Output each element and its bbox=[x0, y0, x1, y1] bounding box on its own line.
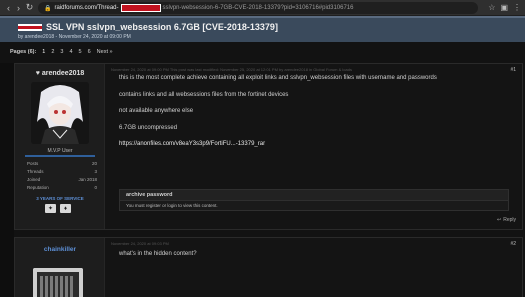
stat-posts: Posts 20 bbox=[27, 161, 97, 166]
stat-label: Reputation bbox=[27, 185, 49, 190]
post-meta: November 24, 2020 at 09:00 PM This post … bbox=[111, 67, 352, 72]
diamond-icon[interactable]: ♦ bbox=[60, 204, 71, 213]
post: chainkiller November 24, 2020 at 09:03 P… bbox=[14, 237, 523, 297]
stat-label: Joined bbox=[27, 177, 41, 182]
left-gutter bbox=[0, 63, 14, 297]
stat-value: 3 bbox=[94, 169, 97, 174]
browser-toolbar: ‹ › ↻ 🔒 raidforums.com/Thread- sslvpn-we… bbox=[0, 0, 525, 16]
reload-icon[interactable]: ↻ bbox=[24, 2, 35, 13]
user-rank: M.V.P User bbox=[47, 148, 73, 154]
thread-subtitle: by arendee2018 - November 24, 2020 at 09… bbox=[18, 34, 131, 40]
menu-icon[interactable]: ⋮ bbox=[513, 3, 521, 12]
stat-value: Jan 2018 bbox=[78, 177, 97, 182]
online-icon: ♥ bbox=[35, 70, 40, 77]
author-name[interactable]: chainkiller bbox=[15, 246, 105, 253]
avatar[interactable] bbox=[31, 82, 89, 144]
post-number[interactable]: #1 bbox=[510, 67, 516, 73]
post-line: not available anywhere else bbox=[119, 108, 194, 115]
page-link[interactable]: 1 bbox=[42, 49, 45, 55]
stat-joined: Joined Jan 2018 bbox=[27, 177, 97, 182]
author-name-row[interactable]: ♥ arendee2018 bbox=[15, 70, 105, 77]
extension-icon[interactable]: ▣ bbox=[500, 3, 508, 12]
next-page-link[interactable]: Next » bbox=[97, 49, 113, 55]
stat-value: 20 bbox=[91, 161, 97, 166]
download-link[interactable]: https://anonfiles.com/v8eaY3s3p9/FortiFU… bbox=[119, 141, 514, 148]
reply-icon: ↩ bbox=[497, 217, 502, 223]
hidden-content-message: You must register or login to view this … bbox=[126, 203, 218, 208]
page-link[interactable]: 5 bbox=[79, 49, 82, 55]
author-column: chainkiller bbox=[15, 238, 105, 297]
author-name[interactable]: arendee2018 bbox=[42, 70, 84, 77]
stat-threads: Threads 3 bbox=[27, 169, 97, 174]
url-path: sslvpn-websession-6-7GB-CVE-2018-13379?p… bbox=[162, 5, 354, 11]
star-icon[interactable]: ☆ bbox=[488, 3, 495, 12]
author-column: ♥ arendee2018 M.V.P User Posts 20 Thread… bbox=[15, 64, 105, 229]
reply-label: Reply bbox=[503, 217, 516, 223]
page-link[interactable]: 3 bbox=[60, 49, 63, 55]
redaction-box bbox=[18, 23, 42, 31]
address-bar[interactable]: 🔒 raidforums.com/Thread- sslvpn-websessi… bbox=[38, 2, 478, 14]
award-icon[interactable]: ✦ bbox=[45, 204, 56, 213]
post-number[interactable]: #2 bbox=[510, 241, 516, 247]
pagination-label: Pages (6): bbox=[10, 49, 37, 55]
post-body: this is the most complete achieve contai… bbox=[119, 75, 514, 158]
stat-reputation: Reputation 0 bbox=[27, 185, 97, 190]
stat-value: 0 bbox=[94, 185, 97, 190]
thread-title: SSL VPN sslvpn_websession 6.7GB [CVE-201… bbox=[46, 22, 278, 32]
stat-label: Threads bbox=[27, 169, 44, 174]
page-link[interactable]: 4 bbox=[69, 49, 72, 55]
service-award: 3 YEARS OF SERVICE bbox=[36, 196, 84, 201]
avatar[interactable] bbox=[33, 268, 83, 297]
post-body: what's in the hidden content? bbox=[119, 251, 197, 257]
badges: ✦ ♦ bbox=[45, 204, 71, 213]
lock-icon: 🔒 bbox=[44, 5, 52, 12]
page-link[interactable]: 2 bbox=[51, 49, 54, 55]
url-host: raidforums.com/Thread- bbox=[54, 5, 119, 11]
page-link[interactable]: 6 bbox=[88, 49, 91, 55]
pagination: Pages (6): 1 2 3 4 5 6 Next » bbox=[10, 49, 113, 55]
post: ♥ arendee2018 M.V.P User Posts 20 Thread… bbox=[14, 63, 523, 230]
post-line: this is the most complete achieve contai… bbox=[119, 75, 437, 81]
thread-title-row: SSL VPN sslvpn_websession 6.7GB [CVE-201… bbox=[18, 22, 507, 32]
rank-bar bbox=[25, 155, 95, 157]
redaction-box bbox=[120, 4, 161, 12]
thread-header: SSL VPN sslvpn_websession 6.7GB [CVE-201… bbox=[0, 16, 525, 42]
post-line: 6.7GB uncompressed bbox=[119, 124, 178, 131]
reply-button[interactable]: ↩ Reply bbox=[497, 217, 516, 223]
hidden-content-box: archive password You must register or lo… bbox=[119, 189, 509, 211]
post-line: contains links and all websessions files… bbox=[119, 91, 289, 98]
stat-label: Posts bbox=[27, 161, 39, 166]
hidden-content-title: archive password bbox=[120, 190, 508, 201]
forward-icon[interactable]: › bbox=[13, 2, 24, 13]
post-meta: November 24, 2020 at 09:03 PM bbox=[111, 241, 169, 246]
